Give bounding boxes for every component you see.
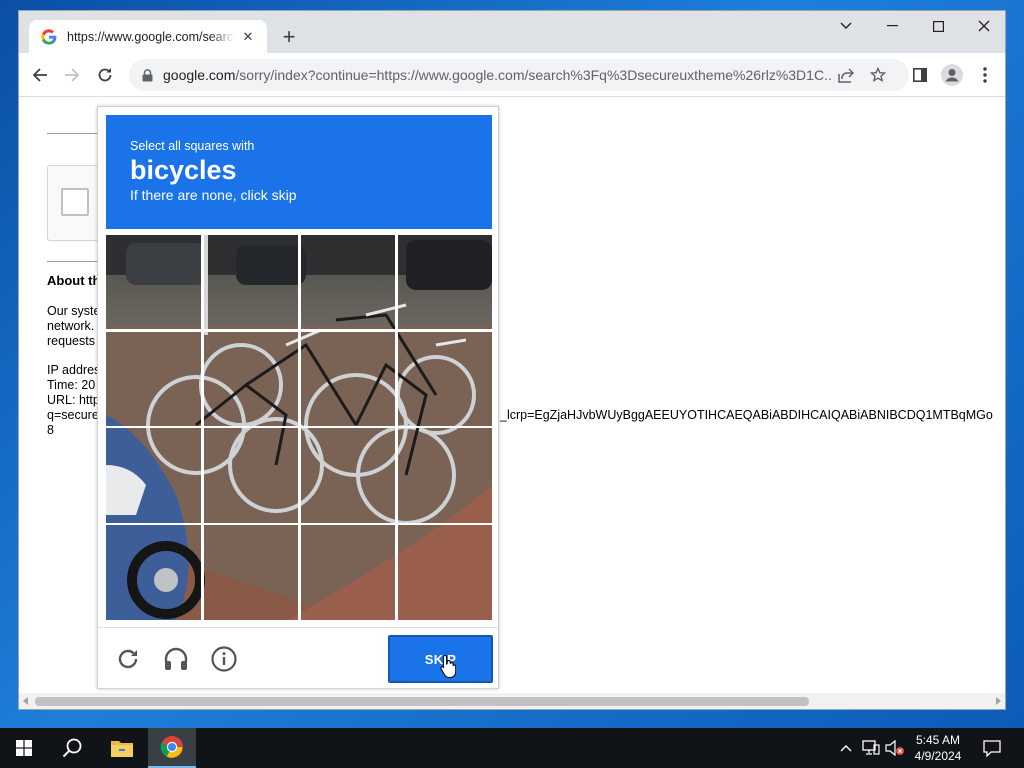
system-clock[interactable]: 5:45 AM 4/9/2024 bbox=[906, 732, 970, 764]
captcha-challenge-dialog: Select all squares with bicycles If ther… bbox=[97, 106, 499, 689]
captcha-instruction: Select all squares with bbox=[130, 139, 255, 153]
taskbar: 5:45 AM 4/9/2024 bbox=[0, 728, 1024, 768]
grid-tile[interactable] bbox=[203, 525, 300, 621]
info-line: URL: http bbox=[47, 393, 100, 407]
hand-cursor-icon bbox=[440, 654, 456, 678]
grid-tile[interactable] bbox=[300, 525, 397, 621]
info-line: requests bbox=[47, 334, 95, 348]
reload-challenge-icon[interactable] bbox=[114, 645, 142, 673]
file-explorer-icon[interactable] bbox=[98, 728, 146, 768]
maximize-icon[interactable] bbox=[915, 11, 961, 41]
grid-tile[interactable] bbox=[106, 428, 203, 525]
share-icon[interactable] bbox=[833, 62, 859, 88]
browser-toolbar: google.com/sorry/index?continue=https://… bbox=[19, 53, 1005, 97]
back-arrow-icon[interactable] bbox=[27, 62, 53, 88]
url-param-text: _lcrp=EgZjaHJvbWUyBggAEEUYOTIHCAEQABiABD… bbox=[500, 408, 993, 422]
scroll-right-icon[interactable] bbox=[996, 697, 1001, 705]
google-favicon-icon bbox=[41, 28, 57, 45]
captcha-target: bicycles bbox=[130, 155, 237, 185]
close-window-icon[interactable] bbox=[961, 11, 1005, 41]
captcha-subtext: If there are none, click skip bbox=[130, 187, 297, 203]
grid-tile[interactable] bbox=[106, 525, 203, 621]
info-line: Time: 20 bbox=[47, 378, 96, 392]
search-icon[interactable] bbox=[48, 728, 96, 768]
scrollbar-thumb[interactable] bbox=[35, 697, 809, 706]
captcha-header: Select all squares with bicycles If ther… bbox=[106, 115, 492, 229]
tab-strip: https://www.google.com/search?q= ✕ + bbox=[19, 11, 1005, 53]
bookmark-star-icon[interactable] bbox=[865, 62, 891, 88]
network-icon[interactable] bbox=[860, 728, 882, 768]
reload-icon[interactable] bbox=[92, 62, 118, 88]
clock-date: 4/9/2024 bbox=[914, 749, 962, 763]
tab-close-icon[interactable]: ✕ bbox=[239, 28, 257, 46]
show-hidden-icons-icon[interactable] bbox=[836, 728, 856, 768]
side-panel-icon[interactable] bbox=[907, 62, 933, 88]
grid-tile[interactable] bbox=[106, 331, 203, 428]
windows-logo-icon bbox=[16, 740, 32, 756]
lock-icon[interactable] bbox=[139, 67, 155, 83]
grid-tile[interactable] bbox=[397, 331, 492, 428]
info-line: IP addres bbox=[47, 363, 101, 377]
info-line: Our syste bbox=[47, 304, 101, 318]
grid-tile[interactable] bbox=[106, 235, 203, 332]
address-bar[interactable]: google.com/sorry/index?continue=https://… bbox=[129, 59, 909, 91]
grid-tile[interactable] bbox=[300, 428, 397, 525]
tab-search-icon[interactable] bbox=[823, 11, 869, 41]
new-tab-button[interactable]: + bbox=[277, 25, 301, 49]
menu-dots-icon[interactable] bbox=[972, 62, 998, 88]
grid-tile[interactable] bbox=[300, 235, 397, 332]
start-button[interactable] bbox=[0, 728, 48, 768]
grid-tile[interactable] bbox=[203, 235, 300, 332]
chrome-taskbar-icon[interactable] bbox=[148, 728, 196, 768]
tab-title: https://www.google.com/search?q= bbox=[67, 29, 235, 44]
info-icon[interactable] bbox=[210, 645, 238, 673]
audio-challenge-icon[interactable] bbox=[162, 645, 190, 673]
scroll-left-icon[interactable] bbox=[23, 697, 28, 705]
about-heading: About th bbox=[47, 273, 101, 288]
info-line: q=secure bbox=[47, 408, 99, 422]
url-path: /sorry/index?continue=https://www.google… bbox=[235, 67, 833, 83]
captcha-image-grid bbox=[106, 235, 492, 621]
horizontal-scrollbar[interactable] bbox=[19, 693, 1005, 709]
grid-tile[interactable] bbox=[203, 331, 300, 428]
minimize-icon[interactable] bbox=[869, 11, 915, 41]
grid-tile[interactable] bbox=[397, 428, 492, 525]
recaptcha-checkbox[interactable] bbox=[61, 188, 89, 216]
captcha-footer: SKIP bbox=[98, 627, 498, 689]
grid-tile[interactable] bbox=[397, 525, 492, 621]
forward-arrow-icon[interactable] bbox=[59, 62, 85, 88]
grid-tile[interactable] bbox=[203, 428, 300, 525]
profile-avatar-icon[interactable] bbox=[939, 62, 965, 88]
browser-tab[interactable]: https://www.google.com/search?q= ✕ bbox=[29, 20, 267, 53]
info-line: network. bbox=[47, 319, 95, 333]
notifications-icon[interactable] bbox=[978, 728, 1006, 768]
info-line: 8 bbox=[47, 423, 54, 437]
grid-tile[interactable] bbox=[300, 331, 397, 428]
volume-muted-icon[interactable] bbox=[884, 728, 906, 768]
url-host: google.com bbox=[163, 67, 236, 83]
clock-time: 5:45 AM bbox=[915, 733, 961, 747]
url-text: google.com/sorry/index?continue=https://… bbox=[163, 67, 833, 83]
grid-tile[interactable] bbox=[397, 235, 492, 332]
